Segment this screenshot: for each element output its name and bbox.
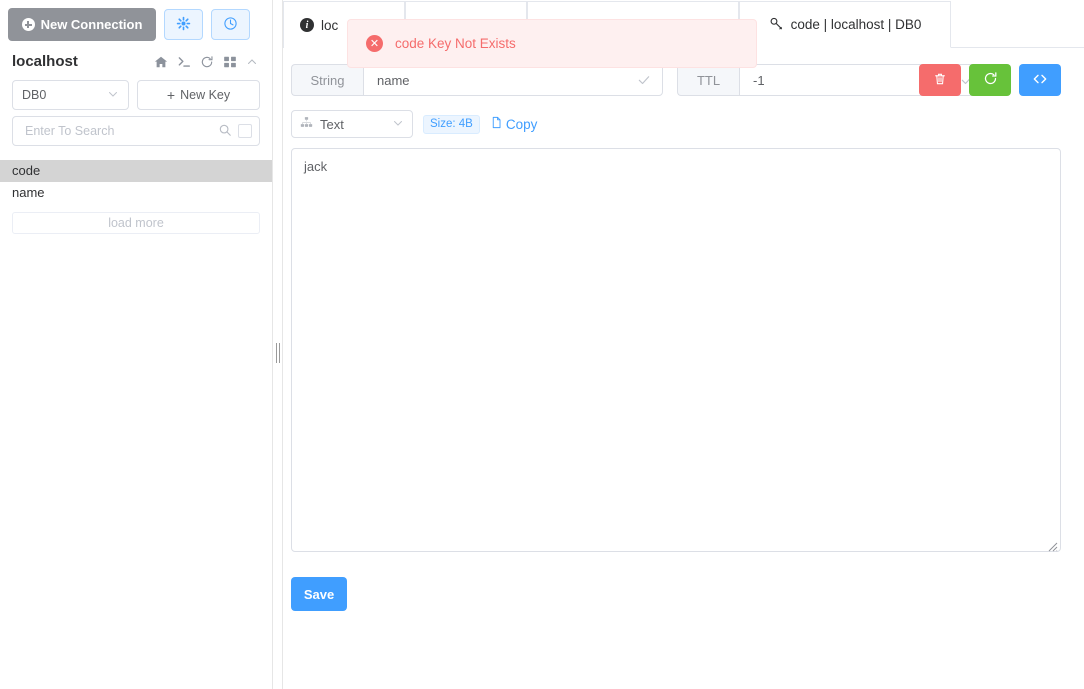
panel-splitter[interactable] xyxy=(273,0,283,689)
terminal-icon[interactable] xyxy=(177,55,191,69)
chevron-down-icon xyxy=(392,117,404,132)
db-select-value: DB0 xyxy=(22,88,47,102)
value-format-row: Text Size: 4B Copy xyxy=(287,96,1084,138)
search-exact-checkbox[interactable] xyxy=(238,124,252,138)
tab-label: loc xyxy=(321,17,339,33)
tab-bar: i loc code | localhost | DB0 ✕ code Key xyxy=(283,0,1084,68)
host-name: localhost xyxy=(12,53,78,70)
code-icon xyxy=(1032,71,1048,90)
circle-plus-icon xyxy=(21,18,35,31)
key-icon xyxy=(769,16,784,34)
load-more-button[interactable]: load more xyxy=(12,212,260,234)
value-textarea-wrap xyxy=(291,148,1061,555)
check-icon[interactable] xyxy=(637,73,651,87)
tab-code-localhost-db0[interactable]: code | localhost | DB0 xyxy=(739,1,951,48)
copy-button[interactable]: Copy xyxy=(490,116,538,132)
key-name-group: String xyxy=(291,64,663,96)
search-input[interactable] xyxy=(23,123,212,139)
chevron-down-icon xyxy=(107,88,119,103)
new-connection-button[interactable]: New Connection xyxy=(8,8,156,41)
code-view-button[interactable] xyxy=(1019,64,1061,96)
new-key-label: New Key xyxy=(180,88,231,102)
trash-icon xyxy=(933,72,947,89)
main-panel: i loc code | localhost | DB0 ✕ code Key xyxy=(283,0,1084,689)
ttl-group: TTL xyxy=(677,64,986,96)
home-icon[interactable] xyxy=(154,55,168,69)
settings-button[interactable] xyxy=(164,9,203,40)
search-box xyxy=(12,116,260,146)
search-row xyxy=(0,110,272,146)
document-icon xyxy=(490,116,503,132)
key-actions xyxy=(919,64,1061,96)
info-icon: i xyxy=(300,18,314,32)
chevron-up-icon[interactable] xyxy=(246,56,258,68)
key-type-label: String xyxy=(291,64,363,96)
tab-label: code | localhost | DB0 xyxy=(790,17,922,32)
app-root: New Connection localhost DB0 + New Key E… xyxy=(0,0,1084,689)
value-textarea[interactable] xyxy=(291,148,1061,552)
error-toast: ✕ code Key Not Exists xyxy=(347,19,757,68)
host-action-icons xyxy=(154,55,258,69)
plus-icon: + xyxy=(166,87,176,103)
splitter-grip xyxy=(276,343,280,363)
refresh-icon xyxy=(983,71,998,89)
key-name-input[interactable] xyxy=(375,71,629,89)
new-key-button[interactable]: + New Key xyxy=(137,80,260,110)
refresh-key-button[interactable] xyxy=(969,64,1011,96)
ttl-label: TTL xyxy=(677,64,739,96)
toast-message: code Key Not Exists xyxy=(395,36,516,51)
key-editor: String TTL xyxy=(283,48,1084,611)
gear-icon xyxy=(176,16,191,34)
key-name-field xyxy=(363,64,663,96)
sitemap-icon xyxy=(300,116,313,132)
connection-toolbar: New Connection xyxy=(0,0,272,41)
key-label: code xyxy=(12,163,41,178)
copy-label: Copy xyxy=(505,116,538,132)
delete-key-button[interactable] xyxy=(919,64,961,96)
key-list: code name load more xyxy=(0,160,272,234)
save-button[interactable]: Save xyxy=(291,577,347,611)
db-toolbar: DB0 + New Key xyxy=(0,76,272,110)
sidebar: New Connection localhost DB0 + New Key E… xyxy=(0,0,273,689)
error-circle-icon: ✕ xyxy=(366,35,383,52)
size-badge: Size: 4B xyxy=(423,114,480,134)
load-more-wrap: load more xyxy=(0,204,272,234)
format-value: Text xyxy=(320,116,344,132)
clock-icon xyxy=(223,16,238,34)
search-icon[interactable] xyxy=(218,123,232,140)
new-connection-label: New Connection xyxy=(40,17,143,32)
refresh-icon[interactable] xyxy=(200,55,214,69)
format-select[interactable]: Text xyxy=(291,110,413,138)
db-select[interactable]: DB0 xyxy=(12,80,130,110)
key-label: name xyxy=(12,185,45,200)
ttl-input[interactable] xyxy=(751,71,931,89)
host-header: localhost xyxy=(0,41,272,76)
grid-icon[interactable] xyxy=(223,55,237,69)
list-item[interactable]: name xyxy=(0,182,272,204)
history-button[interactable] xyxy=(211,9,250,40)
list-item[interactable]: code xyxy=(0,160,272,182)
